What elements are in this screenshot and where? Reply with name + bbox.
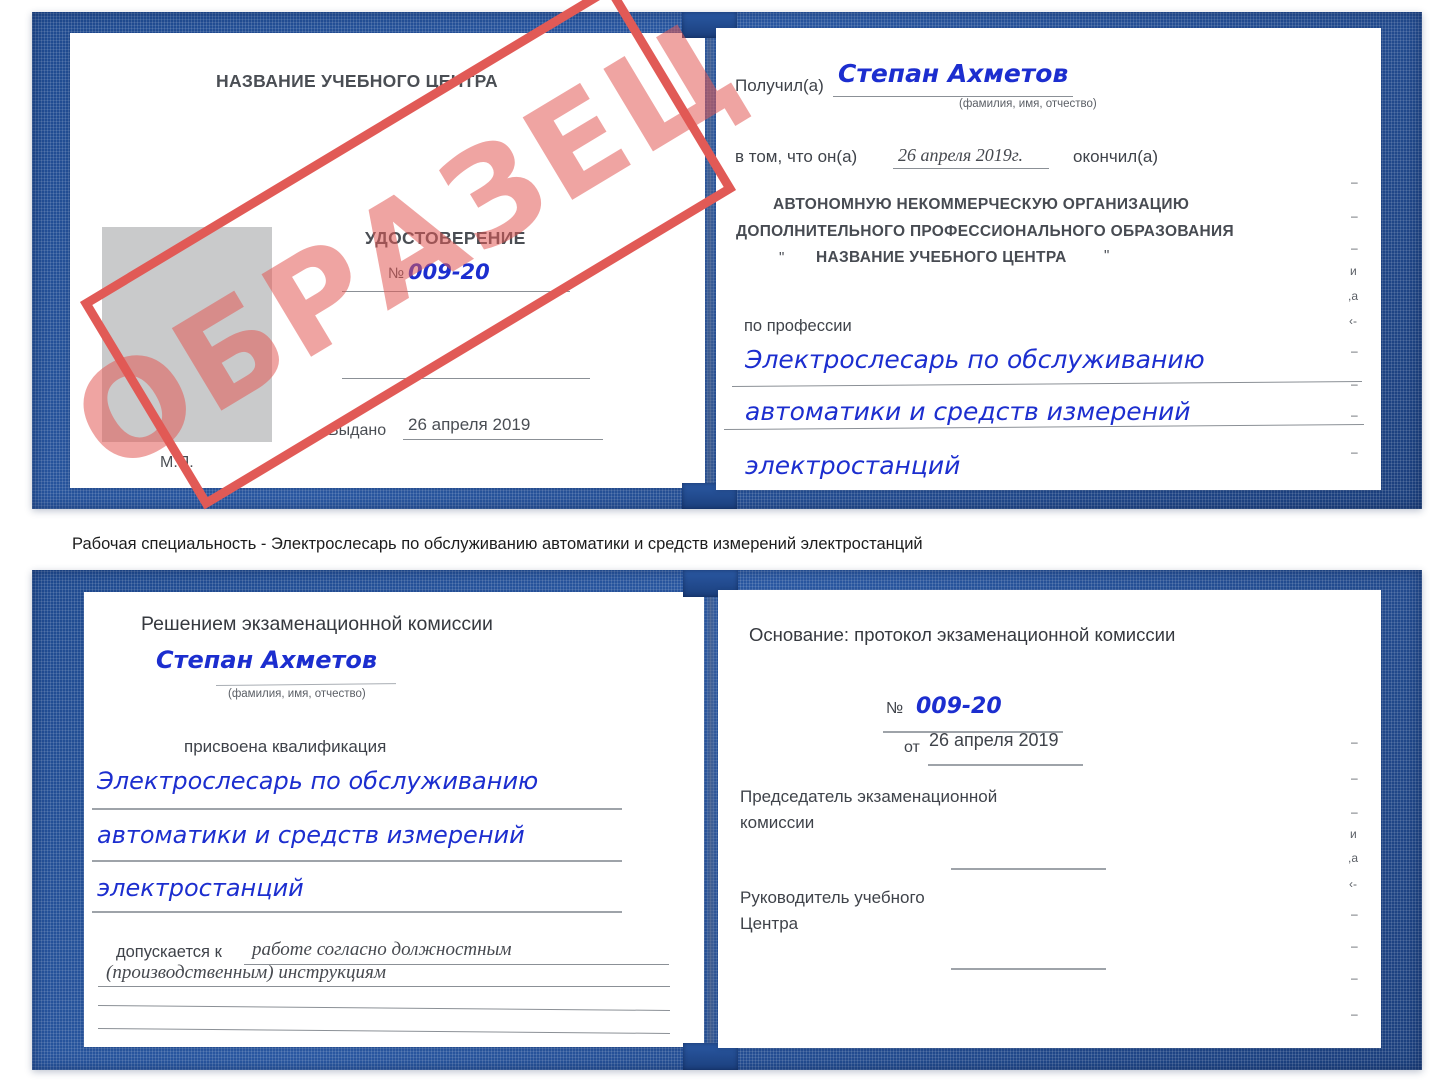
edge-glyph-b7: –	[1351, 907, 1358, 921]
edge-glyph-10: –	[1351, 445, 1358, 459]
certificate-bottom-spine	[706, 592, 716, 1047]
protocol-date-label: от	[904, 739, 920, 756]
training-center-header: НАЗВАНИЕ УЧЕБНОГО ЦЕНТРА	[216, 71, 498, 91]
blank-rule-1	[342, 378, 590, 379]
admitted-rule-2	[98, 986, 670, 987]
edge-glyph-b3: –	[1351, 805, 1358, 819]
organization-line-3: НАЗВАНИЕ УЧЕБНОГО ЦЕНТРА	[816, 249, 1067, 266]
edge-glyph-b4: и	[1350, 827, 1357, 841]
profession-label: по профессии	[744, 317, 852, 335]
blank-rule-bottom-2	[97, 1028, 670, 1034]
certificate-top-spine	[705, 33, 715, 488]
recipient-name-hint: (фамилия, имя, отчество)	[228, 688, 366, 700]
in-that-label: в том, что он(а)	[735, 147, 858, 166]
admitted-line-2: (производственным) инструкциям	[106, 962, 386, 983]
number-rule	[342, 291, 570, 292]
edge-glyph-5: ,а	[1348, 289, 1359, 303]
certificate-top-right-page: Получил(а) Степан Ахметов (фамилия, имя,…	[716, 28, 1381, 490]
profession-line-3: электростанций	[745, 451, 961, 480]
issued-value: 26 апреля 2019	[408, 415, 531, 434]
organization-line-2: ДОПОЛНИТЕЛЬНОГО ПРОФЕССИОНАЛЬНОГО ОБРАЗО…	[736, 223, 1234, 240]
profession-line-1: Электрослесарь по обслуживанию	[745, 345, 1205, 374]
profession-line-2: автоматики и средств измерений	[745, 397, 1191, 426]
issued-rule	[403, 439, 603, 440]
admitted-line-1: работе согласно должностным	[252, 939, 512, 960]
protocol-date-value: 26 апреля 2019	[929, 730, 1059, 750]
in-that-value: 26 апреля 2019г.	[898, 145, 1024, 165]
qualification-rule-3	[92, 911, 622, 913]
edge-glyph-2: –	[1351, 209, 1358, 223]
chairman-signature-rule	[951, 868, 1106, 870]
protocol-number-value: 009-20	[916, 694, 1002, 719]
seal-label: М.П.	[160, 454, 194, 471]
edge-glyph-8: –	[1351, 377, 1358, 391]
screenshot-root: НАЗВАНИЕ УЧЕБНОГО ЦЕНТРА УДОСТОВЕРЕНИЕ №…	[0, 0, 1448, 1085]
graduated-label: окончил(а)	[1073, 147, 1158, 166]
recipient-name-rule	[215, 683, 396, 686]
edge-glyph-3: –	[1351, 241, 1358, 255]
organization-quote-close: "	[1104, 247, 1110, 264]
edge-glyph-7: –	[1351, 344, 1358, 358]
qualification-line-3: электростанций	[97, 874, 304, 902]
edge-glyph-6: ‹-	[1349, 314, 1357, 328]
qualification-line-1: Электрослесарь по обслуживанию	[97, 767, 539, 795]
qualification-label: присвоена квалификация	[184, 737, 387, 756]
qualification-rule-2	[92, 860, 622, 862]
certificate-bottom-left-page: Решением экзаменационной комиссии Степан…	[84, 592, 704, 1047]
edge-glyph-1: –	[1351, 175, 1358, 189]
certificate-bottom-right-page: Основание: протокол экзаменационной коми…	[718, 590, 1381, 1048]
edge-glyph-b6: ‹-	[1349, 877, 1357, 891]
qualification-rule-1	[92, 808, 622, 810]
chairman-line-2: комиссии	[740, 813, 815, 832]
chairman-line-1: Председатель экзаменационной	[740, 787, 998, 806]
edge-glyph-b8: –	[1351, 939, 1358, 953]
head-line-2: Центра	[740, 914, 799, 933]
edge-glyph-b5: ,а	[1348, 851, 1359, 865]
edge-glyph-b2: –	[1351, 771, 1358, 785]
issued-label: Выдано	[328, 422, 387, 439]
certificate-top-left-page: НАЗВАНИЕ УЧЕБНОГО ЦЕНТРА УДОСТОВЕРЕНИЕ №…	[70, 33, 705, 488]
organization-line-1: АВТОНОМНУЮ НЕКОММЕРЧЕСКУЮ ОРГАНИЗАЦИЮ	[773, 196, 1190, 213]
edge-glyph-4: и	[1350, 264, 1357, 278]
received-rule	[833, 96, 1073, 97]
in-that-rule	[893, 168, 1049, 169]
image-caption: Рабочая специальность - Электрослесарь п…	[72, 535, 923, 553]
protocol-date-rule	[928, 764, 1083, 766]
recipient-name: Степан Ахметов	[156, 646, 378, 674]
profession-rule-1	[731, 381, 1362, 387]
photo-placeholder	[102, 227, 272, 442]
number-label: №	[388, 265, 405, 282]
basis-label: Основание: протокол экзаменационной коми…	[749, 624, 1176, 645]
organization-quote-open: "	[779, 249, 785, 266]
document-title: УДОСТОВЕРЕНИЕ	[365, 228, 526, 248]
number-value: 009-20	[408, 260, 490, 284]
commission-decision-header: Решением экзаменационной комиссии	[141, 613, 493, 635]
name-hint: (фамилия, имя, отчество)	[959, 98, 1097, 110]
admitted-label: допускается к	[116, 943, 222, 961]
received-value: Степан Ахметов	[838, 59, 1069, 88]
head-line-1: Руководитель учебного	[740, 888, 925, 907]
edge-glyph-9: –	[1351, 408, 1358, 422]
received-label: Получил(а)	[735, 76, 824, 95]
qualification-line-2: автоматики и средств измерений	[97, 821, 525, 849]
edge-glyph-b1: –	[1351, 735, 1358, 749]
blank-rule-bottom-1	[97, 1005, 670, 1011]
edge-glyph-b10: –	[1351, 1007, 1358, 1021]
edge-glyph-b9: –	[1351, 971, 1358, 985]
protocol-number-label: №	[886, 700, 904, 717]
head-signature-rule	[951, 968, 1106, 970]
